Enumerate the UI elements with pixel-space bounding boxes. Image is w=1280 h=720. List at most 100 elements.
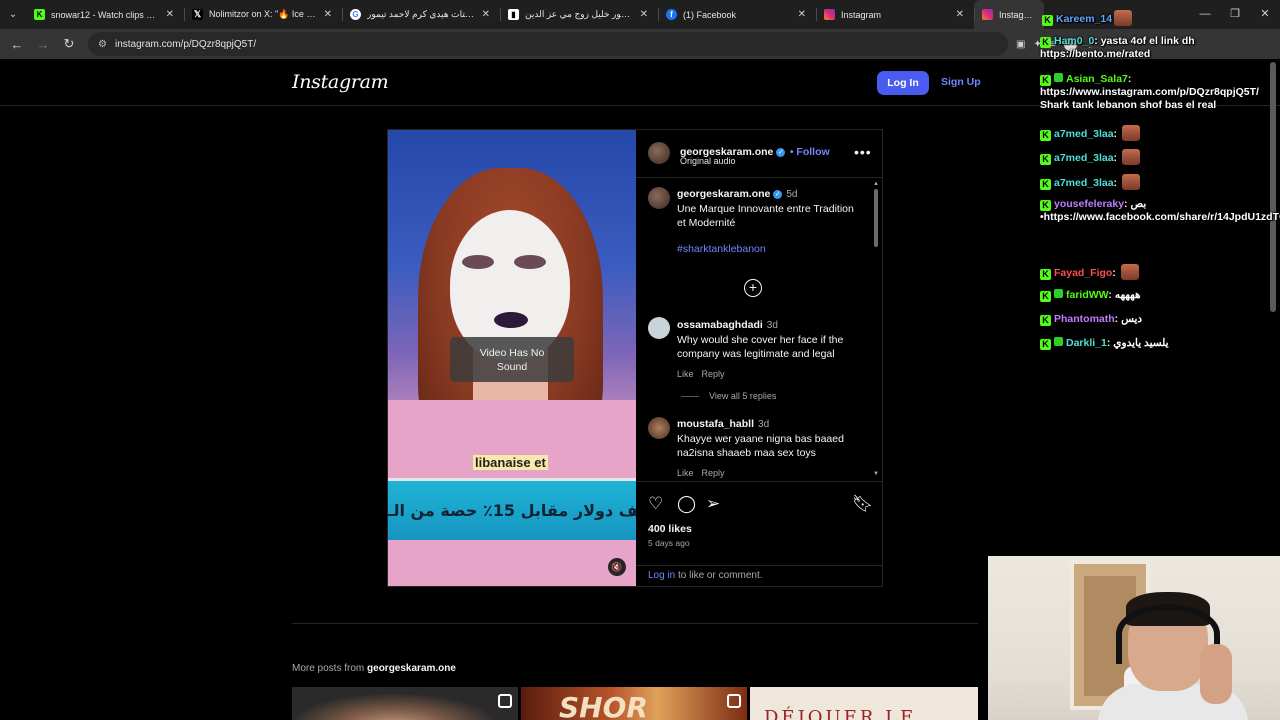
video-arabic-banner: ألف دولار مقابل 15٪ حصة من الـ xyxy=(388,478,636,540)
kick-badge-icon: K xyxy=(1040,315,1051,326)
back-icon[interactable]: ← xyxy=(6,33,28,55)
tab-facebook[interactable]: f (1) Facebook ✕ xyxy=(658,0,816,29)
facebook-icon: f xyxy=(666,9,677,20)
tab-x-post[interactable]: 𝕏 Nolimitzor on X: "🔥 Ice Poseidon ✕ xyxy=(184,0,342,29)
more-post-thumbnail[interactable]: DÉJOUER LE xyxy=(750,687,978,720)
google-icon: G xyxy=(350,9,361,20)
tab-label: كومنتات هيدي كرم لاحمد تيمور - xyxy=(367,9,476,19)
url-text: instagram.com/p/DQzr8qpjQ5T/ xyxy=(114,38,257,50)
instagram-icon xyxy=(982,9,993,20)
follow-button[interactable]: Follow xyxy=(796,146,829,158)
comment-username[interactable]: ossamabaghdadi xyxy=(677,319,763,331)
section-divider xyxy=(292,623,978,624)
bookmark-icon[interactable]: 🔖︎ xyxy=(852,494,874,514)
comment-time: 3d xyxy=(766,320,778,331)
author-avatar[interactable] xyxy=(648,142,670,164)
close-icon[interactable]: ✕ xyxy=(956,9,964,20)
comment-item: ossamabaghdadi 3d Why would she cover her… xyxy=(677,318,862,401)
comment-reply-button[interactable]: Reply xyxy=(702,468,725,478)
site-info-icon[interactable]: ⚙ xyxy=(98,39,107,50)
kick-badge-icon: K xyxy=(1040,200,1051,211)
webcam-arm xyxy=(1200,644,1232,704)
reel-video[interactable]: libanaise et ألف دولار مقابل 15٪ حصة من … xyxy=(388,130,636,586)
login-link[interactable]: Log in xyxy=(648,570,675,581)
like-count[interactable]: 400 likes xyxy=(648,523,692,535)
comment-icon[interactable]: ◯ xyxy=(677,494,696,514)
tab-label: Instagram xyxy=(841,9,882,20)
caption-hashtag[interactable]: #sharktanklebanon xyxy=(677,243,862,255)
tab-instagram-1[interactable]: Instagram ✕ xyxy=(816,0,974,29)
chat-message: Kyousefeleraky: بص •https://www.facebook… xyxy=(1040,198,1280,224)
close-icon[interactable]: ✕ xyxy=(798,9,806,20)
video-lips xyxy=(494,312,528,328)
caption-username[interactable]: georgeskaram.one xyxy=(677,188,770,200)
chat-text: ديس xyxy=(1121,313,1143,325)
chat-username: a7med_3laa xyxy=(1054,177,1114,189)
chat-message: K Phantomath: ديس xyxy=(1040,313,1276,326)
kick-badge-icon: K xyxy=(1040,179,1051,190)
caption-avatar[interactable] xyxy=(648,187,670,209)
more-post-thumbnail[interactable] xyxy=(292,687,518,720)
login-button[interactable]: Log In xyxy=(877,71,929,95)
more-options-icon[interactable]: ••• xyxy=(854,144,872,160)
tab-google-search[interactable]: G كومنتات هيدي كرم لاحمد تيمور - ✕ xyxy=(342,0,500,29)
url-field[interactable]: ⚙ instagram.com/p/DQzr8qpjQ5T/ xyxy=(88,32,1008,56)
extension-icon[interactable]: ▣ xyxy=(1016,39,1025,50)
close-icon[interactable]: ✕ xyxy=(482,9,490,20)
comment-like-button[interactable]: Like xyxy=(677,468,694,478)
tab-search-button[interactable]: ⌄ xyxy=(0,0,26,29)
emote-icon xyxy=(1114,10,1133,26)
comment-avatar[interactable] xyxy=(648,417,670,439)
verified-badge-icon: ✓ xyxy=(776,148,786,157)
more-posts-user[interactable]: georgeskaram.one xyxy=(367,663,456,674)
comment-username[interactable]: moustafa_habll xyxy=(677,418,754,430)
close-icon[interactable]: ✕ xyxy=(640,9,648,20)
more-post-thumbnail[interactable]: SHOR xyxy=(521,687,747,720)
add-circle-icon[interactable]: + xyxy=(744,279,762,297)
chat-username: yousefeleraky xyxy=(1054,198,1125,210)
close-icon[interactable]: ✕ xyxy=(324,9,332,20)
view-replies-button[interactable]: View all 5 replies xyxy=(681,391,862,401)
share-icon[interactable]: ➢ xyxy=(706,494,720,514)
caption-time: 5d xyxy=(786,189,798,200)
emote-icon xyxy=(1121,125,1140,141)
tab-label: snowar12 - Watch clips on Kick xyxy=(51,9,160,20)
video-subtitle: libanaise et xyxy=(473,455,548,470)
forward-icon[interactable]: → xyxy=(32,33,54,55)
tab-instagram-active[interactable]: Instagram xyxy=(974,0,1044,29)
post-header: georgeskaram.one ✓ • Follow Original audi… xyxy=(636,130,882,178)
reload-icon[interactable]: ↻ xyxy=(58,33,80,55)
tab-kick-clips[interactable]: K snowar12 - Watch clips on Kick ✕ xyxy=(26,0,184,29)
kick-icon: K xyxy=(34,9,45,20)
kick-badge-icon: K xyxy=(1040,339,1051,350)
chat-message: Ka7med_3laa: xyxy=(1040,149,1276,165)
chat-message: KfaridWW: ههههه xyxy=(1040,289,1276,302)
comment-reply-button[interactable]: Reply xyxy=(702,369,725,379)
comments-scrollbar[interactable]: ▲ ▼ xyxy=(872,179,880,481)
emote-icon xyxy=(1121,149,1140,165)
verified-badge-icon: ✓ xyxy=(773,190,783,199)
comment-item: moustafa_habll 3d Khayye wer yaane nigna … xyxy=(677,417,862,478)
kick-badge-icon: K xyxy=(1040,130,1051,141)
reel-icon xyxy=(498,694,512,708)
heart-icon[interactable]: ♡ xyxy=(648,494,663,514)
scrollbar-thumb[interactable] xyxy=(874,189,878,247)
original-audio-link[interactable]: Original audio xyxy=(680,156,736,166)
comment-like-button[interactable]: Like xyxy=(677,369,694,379)
signup-link[interactable]: Sign Up xyxy=(941,76,981,88)
no-sound-tooltip: Video Has No Sound xyxy=(450,337,574,382)
scroll-up-icon[interactable]: ▲ xyxy=(873,181,879,187)
kick-badge-icon: K xyxy=(1040,37,1051,48)
sub-badge-icon xyxy=(1054,289,1063,298)
chat-username: faridWW xyxy=(1066,289,1109,301)
comment-avatar[interactable] xyxy=(648,317,670,339)
instagram-logo[interactable]: Instagram xyxy=(292,71,389,93)
scroll-down-icon[interactable]: ▼ xyxy=(873,471,879,477)
comment-time: 3d xyxy=(758,419,770,430)
tab-article[interactable]: ▮ أحمد تيمور خليل زوج مي عز الدين ✕ xyxy=(500,0,658,29)
tab-label: Nolimitzor on X: "🔥 Ice Poseidon xyxy=(209,9,318,19)
login-prompt: Log in to like or comment. xyxy=(636,565,882,585)
mute-button[interactable]: 🔇 xyxy=(608,558,626,576)
close-icon[interactable]: ✕ xyxy=(166,9,174,20)
x-icon: 𝕏 xyxy=(192,9,203,20)
